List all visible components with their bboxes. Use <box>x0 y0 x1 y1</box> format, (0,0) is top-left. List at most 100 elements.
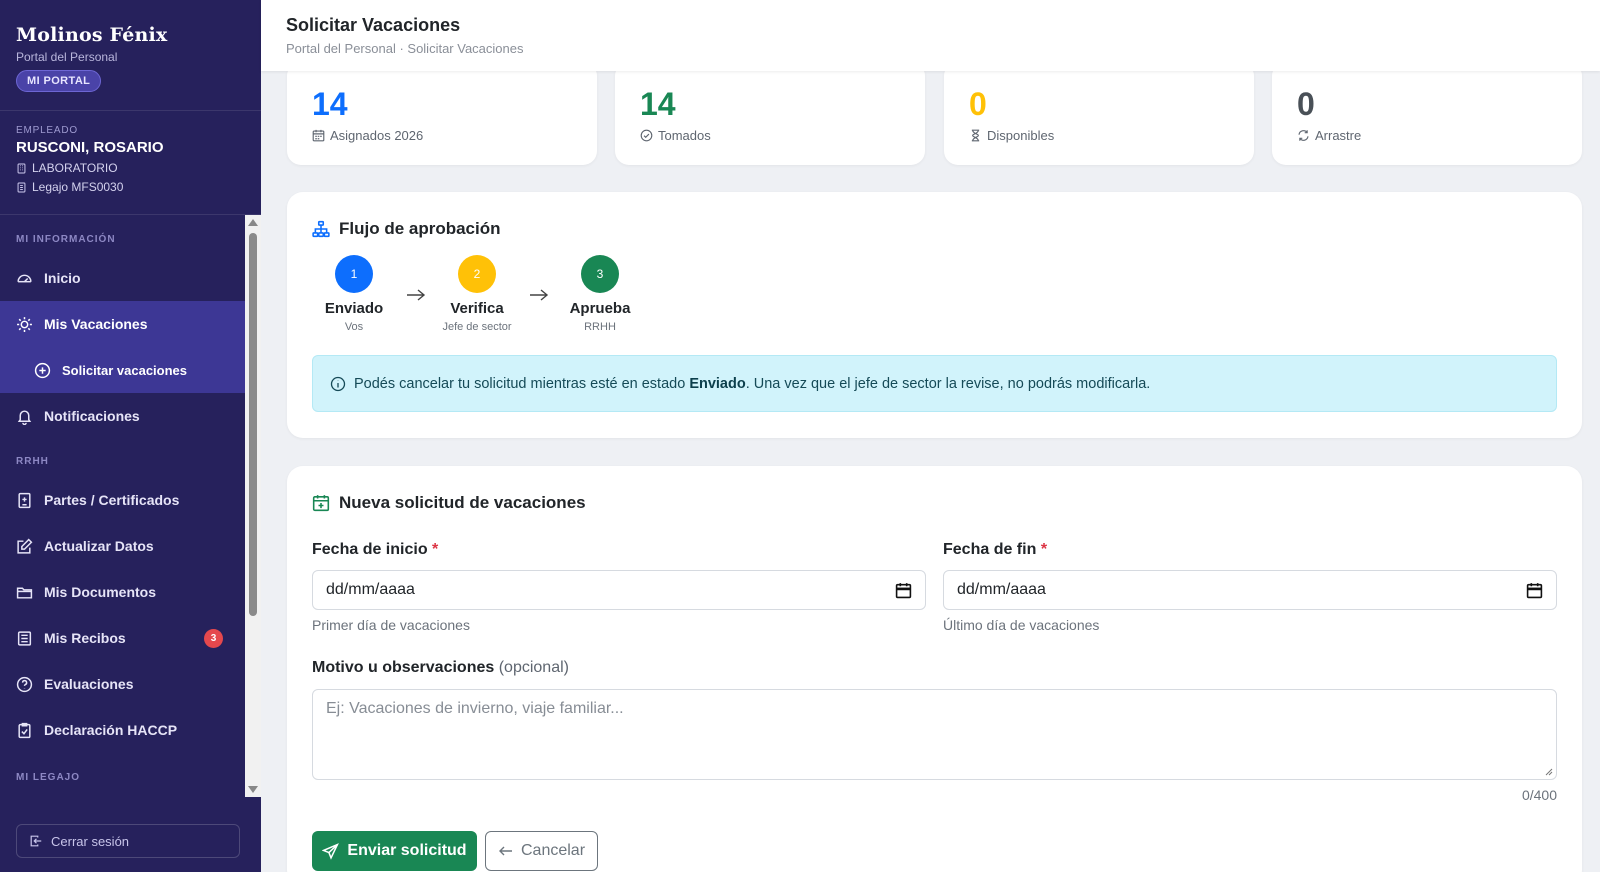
start-date-help: Primer día de vacaciones <box>312 617 470 633</box>
stat-label: Tomados <box>640 128 711 143</box>
plus-circle-icon <box>34 362 51 378</box>
info-alert: Podés cancelar tu solicitud mientras est… <box>312 355 1557 412</box>
form-title-text: Nueva solicitud de vacaciones <box>339 493 586 512</box>
sidebar-item-label: Solicitar vacaciones <box>62 362 188 378</box>
calendar-picker-icon[interactable] <box>1526 582 1543 599</box>
org-chart-icon <box>312 220 330 238</box>
employee-name: RUSCONI, ROSARIO <box>16 139 164 156</box>
flow-step-3: 3 Aprueba RRHH <box>555 255 645 333</box>
motivo-placeholder: Ej: Vacaciones de invierno, viaje famili… <box>326 700 624 717</box>
nav-section-legajo: MI LEGAJO <box>16 772 81 783</box>
step-who: Jefe de sector <box>442 321 512 333</box>
page-header: Solicitar Vacaciones Portal del Personal… <box>261 0 1600 71</box>
sidebar-item-label: Actualizar Datos <box>44 538 154 554</box>
sidebar-item-notificaciones[interactable]: Notificaciones <box>0 393 245 439</box>
submit-request-button[interactable]: Enviar solicitud <box>312 831 477 871</box>
arrow-right-icon <box>530 289 549 301</box>
sidebar-item-actualizar[interactable]: Actualizar Datos <box>0 523 245 569</box>
motivo-label: Motivo u observaciones (opcional) <box>312 659 569 677</box>
step-name: Aprueba <box>569 300 631 317</box>
bell-icon <box>17 409 32 425</box>
end-date-value: dd/mm/aaaa <box>957 581 1046 598</box>
stat-label: Asignados 2026 <box>312 128 423 143</box>
nav-section-info: MI INFORMACIÓN <box>16 234 116 245</box>
flow-step-2: 2 Verifica Jefe de sector <box>432 255 522 333</box>
logout-button[interactable]: Cerrar sesión <box>16 824 240 858</box>
step-who: Vos <box>344 321 364 333</box>
brand-title: Molinos Fénix <box>16 24 168 46</box>
stat-label-text: Asignados 2026 <box>330 128 424 143</box>
char-counter: 0/400 <box>1521 787 1557 803</box>
start-date-label: Fecha de inicio * <box>312 541 438 559</box>
sidebar-nav: MI INFORMACIÓN Inicio Mis Vacaciones Sol… <box>0 215 245 797</box>
stat-label-text: Tomados <box>658 128 711 143</box>
id-card-icon <box>17 182 26 192</box>
scrollbar-thumb[interactable] <box>249 233 257 616</box>
required-mark: * <box>432 541 439 558</box>
employee-sector-text: LABORATORIO <box>32 161 118 175</box>
stat-label: Disponibles <box>969 128 1054 143</box>
scroll-up-arrow-icon[interactable] <box>248 219 258 226</box>
alert-text-before: Podés cancelar tu solicitud mientras est… <box>354 375 690 392</box>
sidebar-item-label: Inicio <box>44 270 81 286</box>
sidebar-scrollbar[interactable] <box>245 215 261 797</box>
question-circle-icon <box>16 676 33 692</box>
alert-text-bold: Enviado <box>689 375 746 392</box>
stat-card-asignados: 14 Asignados 2026 <box>287 62 597 165</box>
employee-label: EMPLEADO <box>16 125 78 136</box>
check-circle-icon <box>640 129 653 142</box>
logout-label: Cerrar sesión <box>51 833 130 849</box>
stat-card-arrastre: 0 Arrastre <box>1272 62 1582 165</box>
sidebar-item-label: Evaluaciones <box>44 676 134 692</box>
sidebar-item-evaluaciones[interactable]: Evaluaciones <box>0 661 245 707</box>
calendar-picker-icon[interactable] <box>895 582 912 599</box>
step-number-circle: 2 <box>458 255 496 293</box>
calendar-plus-icon <box>312 495 330 512</box>
info-alert-text: Podés cancelar tu solicitud mientras est… <box>354 376 1150 392</box>
brand-subtitle: Portal del Personal <box>16 50 118 64</box>
scroll-down-arrow-icon[interactable] <box>248 786 258 793</box>
stat-value: 14 <box>640 86 676 122</box>
stat-card-disponibles: 0 Disponibles <box>944 62 1254 165</box>
sidebar-item-label: Partes / Certificados <box>44 492 180 508</box>
employee-legajo-text: Legajo MFS0030 <box>32 180 124 194</box>
end-date-help: Último día de vacaciones <box>943 617 1100 633</box>
sidebar-item-partes[interactable]: Partes / Certificados <box>0 477 245 523</box>
sidebar: Molinos Fénix Portal del Personal MI POR… <box>0 0 261 872</box>
sidebar-item-documentos[interactable]: Mis Documentos <box>0 569 245 615</box>
end-date-input[interactable]: dd/mm/aaaa <box>943 570 1557 610</box>
receipt-icon <box>17 630 32 646</box>
send-icon <box>322 842 340 860</box>
folder-icon <box>16 587 33 599</box>
building-icon <box>17 163 26 173</box>
employee-card: EMPLEADO RUSCONI, ROSARIO LABORATORIO Le… <box>0 111 261 215</box>
step-name: Enviado <box>324 300 384 317</box>
dashboard-icon <box>17 274 32 282</box>
arrow-left-icon <box>498 846 512 856</box>
resize-handle-icon[interactable] <box>1545 768 1553 776</box>
cancel-label: Cancelar <box>520 842 586 859</box>
sidebar-item-haccp[interactable]: Declaración HACCP <box>0 707 245 753</box>
flow-step-1: 1 Enviado Vos <box>309 255 399 333</box>
motivo-label-text: Motivo u observaciones <box>312 659 495 676</box>
medical-file-icon <box>18 492 31 508</box>
page-title: Solicitar Vacaciones <box>286 15 461 35</box>
start-date-input[interactable]: dd/mm/aaaa <box>312 570 926 610</box>
start-date-label-text: Fecha de inicio <box>312 541 428 558</box>
sidebar-item-recibos[interactable]: Mis Recibos 3 <box>0 615 245 661</box>
portal-badge[interactable]: MI PORTAL <box>16 70 102 92</box>
calendar-icon <box>312 129 325 142</box>
stat-value: 0 <box>969 86 987 122</box>
submit-label: Enviar solicitud <box>347 842 467 859</box>
breadcrumb: Portal del Personal · Solicitar Vacacion… <box>286 41 524 56</box>
cancel-button[interactable]: Cancelar <box>485 831 598 871</box>
sidebar-item-inicio[interactable]: Inicio <box>0 255 245 301</box>
motivo-textarea[interactable]: Ej: Vacaciones de invierno, viaje famili… <box>312 689 1557 780</box>
sidebar-item-solicitar[interactable]: Solicitar vacaciones <box>0 347 245 393</box>
step-number-circle: 3 <box>581 255 619 293</box>
employee-sector: LABORATORIO <box>16 161 245 175</box>
nav-section-rrhh: RRHH <box>16 456 49 467</box>
approval-flow-title: Flujo de aprobación <box>312 219 501 239</box>
sidebar-item-vacaciones[interactable]: Mis Vacaciones <box>0 301 245 347</box>
logout-icon <box>30 835 42 847</box>
